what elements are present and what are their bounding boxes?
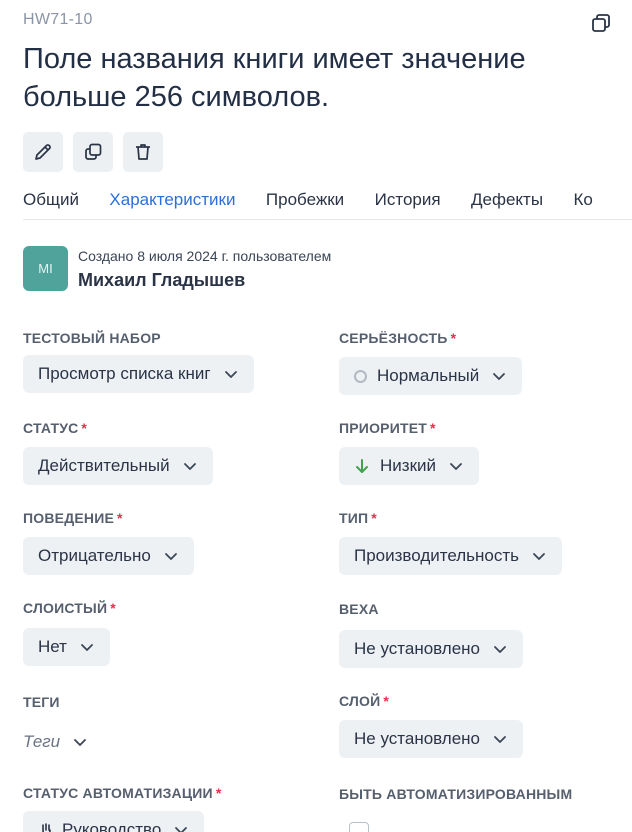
creator-info: MI Создано 8 июля 2024 г. пользователем …	[23, 246, 331, 291]
automation-status-value: Руководство	[62, 820, 162, 832]
milestone-select[interactable]: Не установлено	[339, 630, 524, 668]
test-suite-label: ТЕСТОВЫЙ НАБОР	[23, 330, 161, 346]
priority-value: Низкий	[380, 456, 436, 475]
automation-status-label: СТАТУС АВТОМАТИЗАЦИИ *	[23, 785, 222, 801]
restore-window-icon[interactable]	[590, 12, 612, 34]
chevron-down-icon	[79, 639, 95, 655]
required-marker: *	[215, 785, 222, 801]
copy-icon	[85, 143, 102, 160]
case-id: HW71-10	[23, 11, 93, 28]
priority-label: ПРИОРИТЕТ *	[339, 420, 436, 436]
copy-button[interactable]	[73, 132, 113, 172]
avatar: MI	[23, 246, 68, 291]
chevron-down-icon	[448, 458, 464, 474]
flaky-select[interactable]: Нет	[23, 628, 110, 666]
chevron-down-icon	[163, 548, 179, 564]
hand-icon	[38, 822, 54, 832]
behavior-label: ПОВЕДЕНИЕ *	[23, 510, 123, 526]
tab-runs[interactable]: Пробежки	[266, 186, 344, 219]
to-be-automated-label: БЫТЬ АВТОМАТИЗИРОВАННЫМ	[339, 786, 573, 802]
required-marker: *	[430, 420, 436, 436]
milestone-value: Не установлено	[354, 639, 481, 658]
behavior-value: Отрицательно	[38, 546, 151, 565]
tab-more[interactable]: Ко	[574, 186, 593, 219]
chevron-down-icon	[223, 366, 239, 382]
required-marker: *	[81, 420, 88, 436]
status-value: Действительный	[38, 456, 170, 475]
flaky-value: Нет	[38, 637, 67, 656]
chevron-down-icon	[492, 641, 508, 657]
behavior-select[interactable]: Отрицательно	[23, 537, 194, 575]
chevron-down-icon	[531, 548, 547, 564]
to-be-automated-checkbox[interactable]	[349, 822, 369, 832]
chevron-down-icon	[492, 731, 508, 747]
status-label: СТАТУС *	[23, 420, 88, 436]
chevron-down-icon	[173, 822, 189, 832]
chevron-down-icon	[182, 458, 198, 474]
required-marker: *	[383, 693, 389, 709]
severity-label: СЕРЬЁЗНОСТЬ *	[339, 330, 457, 346]
milestone-label: ВЕХА	[339, 601, 379, 617]
tab-history[interactable]: История	[375, 186, 441, 219]
trash-icon	[136, 144, 150, 160]
tab-defects[interactable]: Дефекты	[471, 186, 543, 219]
priority-select[interactable]: Низкий	[339, 447, 479, 485]
layer-select[interactable]: Не установлено	[339, 720, 524, 758]
created-line: Создано 8 июля 2024 г. пользователем	[78, 248, 332, 264]
required-marker: *	[117, 510, 123, 526]
automation-status-select[interactable]: Руководство	[23, 811, 205, 832]
flaky-label: СЛОИСТЫЙ *	[23, 600, 116, 616]
tab-bar: Общий Характеристики Пробежки История Де…	[23, 186, 632, 220]
tab-characteristics[interactable]: Характеристики	[109, 186, 235, 219]
required-marker: *	[371, 510, 377, 526]
page-title: Поле названия книги имеет значение больш…	[23, 43, 526, 113]
delete-button[interactable]	[123, 132, 163, 172]
creator-name[interactable]: Михаил Гладышев	[78, 270, 331, 291]
severity-select[interactable]: Нормальный	[339, 357, 523, 395]
required-marker: *	[450, 330, 457, 346]
severity-value: Нормальный	[377, 366, 480, 385]
chevron-down-icon	[491, 368, 507, 384]
tags-label: ТЕГИ	[23, 694, 60, 710]
required-marker: *	[110, 600, 116, 616]
type-value: Производительность	[354, 546, 520, 565]
edit-button[interactable]	[23, 132, 63, 172]
status-select[interactable]: Действительный	[23, 447, 213, 485]
test-suite-select[interactable]: Просмотр списка книг	[23, 355, 254, 393]
tab-general[interactable]: Общий	[23, 186, 79, 219]
layer-value: Не установлено	[354, 729, 481, 748]
arrow-down-icon	[354, 458, 370, 474]
type-select[interactable]: Производительность	[339, 537, 563, 575]
test-suite-value: Просмотр списка книг	[38, 364, 211, 383]
pencil-icon	[35, 144, 51, 160]
tags-input[interactable]: Теги	[23, 723, 103, 761]
toolbar	[23, 132, 163, 172]
tags-placeholder: Теги	[23, 732, 61, 751]
chevron-down-icon	[72, 734, 88, 750]
circle-icon	[354, 369, 367, 383]
type-label: ТИП *	[339, 510, 377, 526]
layer-label: СЛОЙ *	[339, 693, 389, 709]
